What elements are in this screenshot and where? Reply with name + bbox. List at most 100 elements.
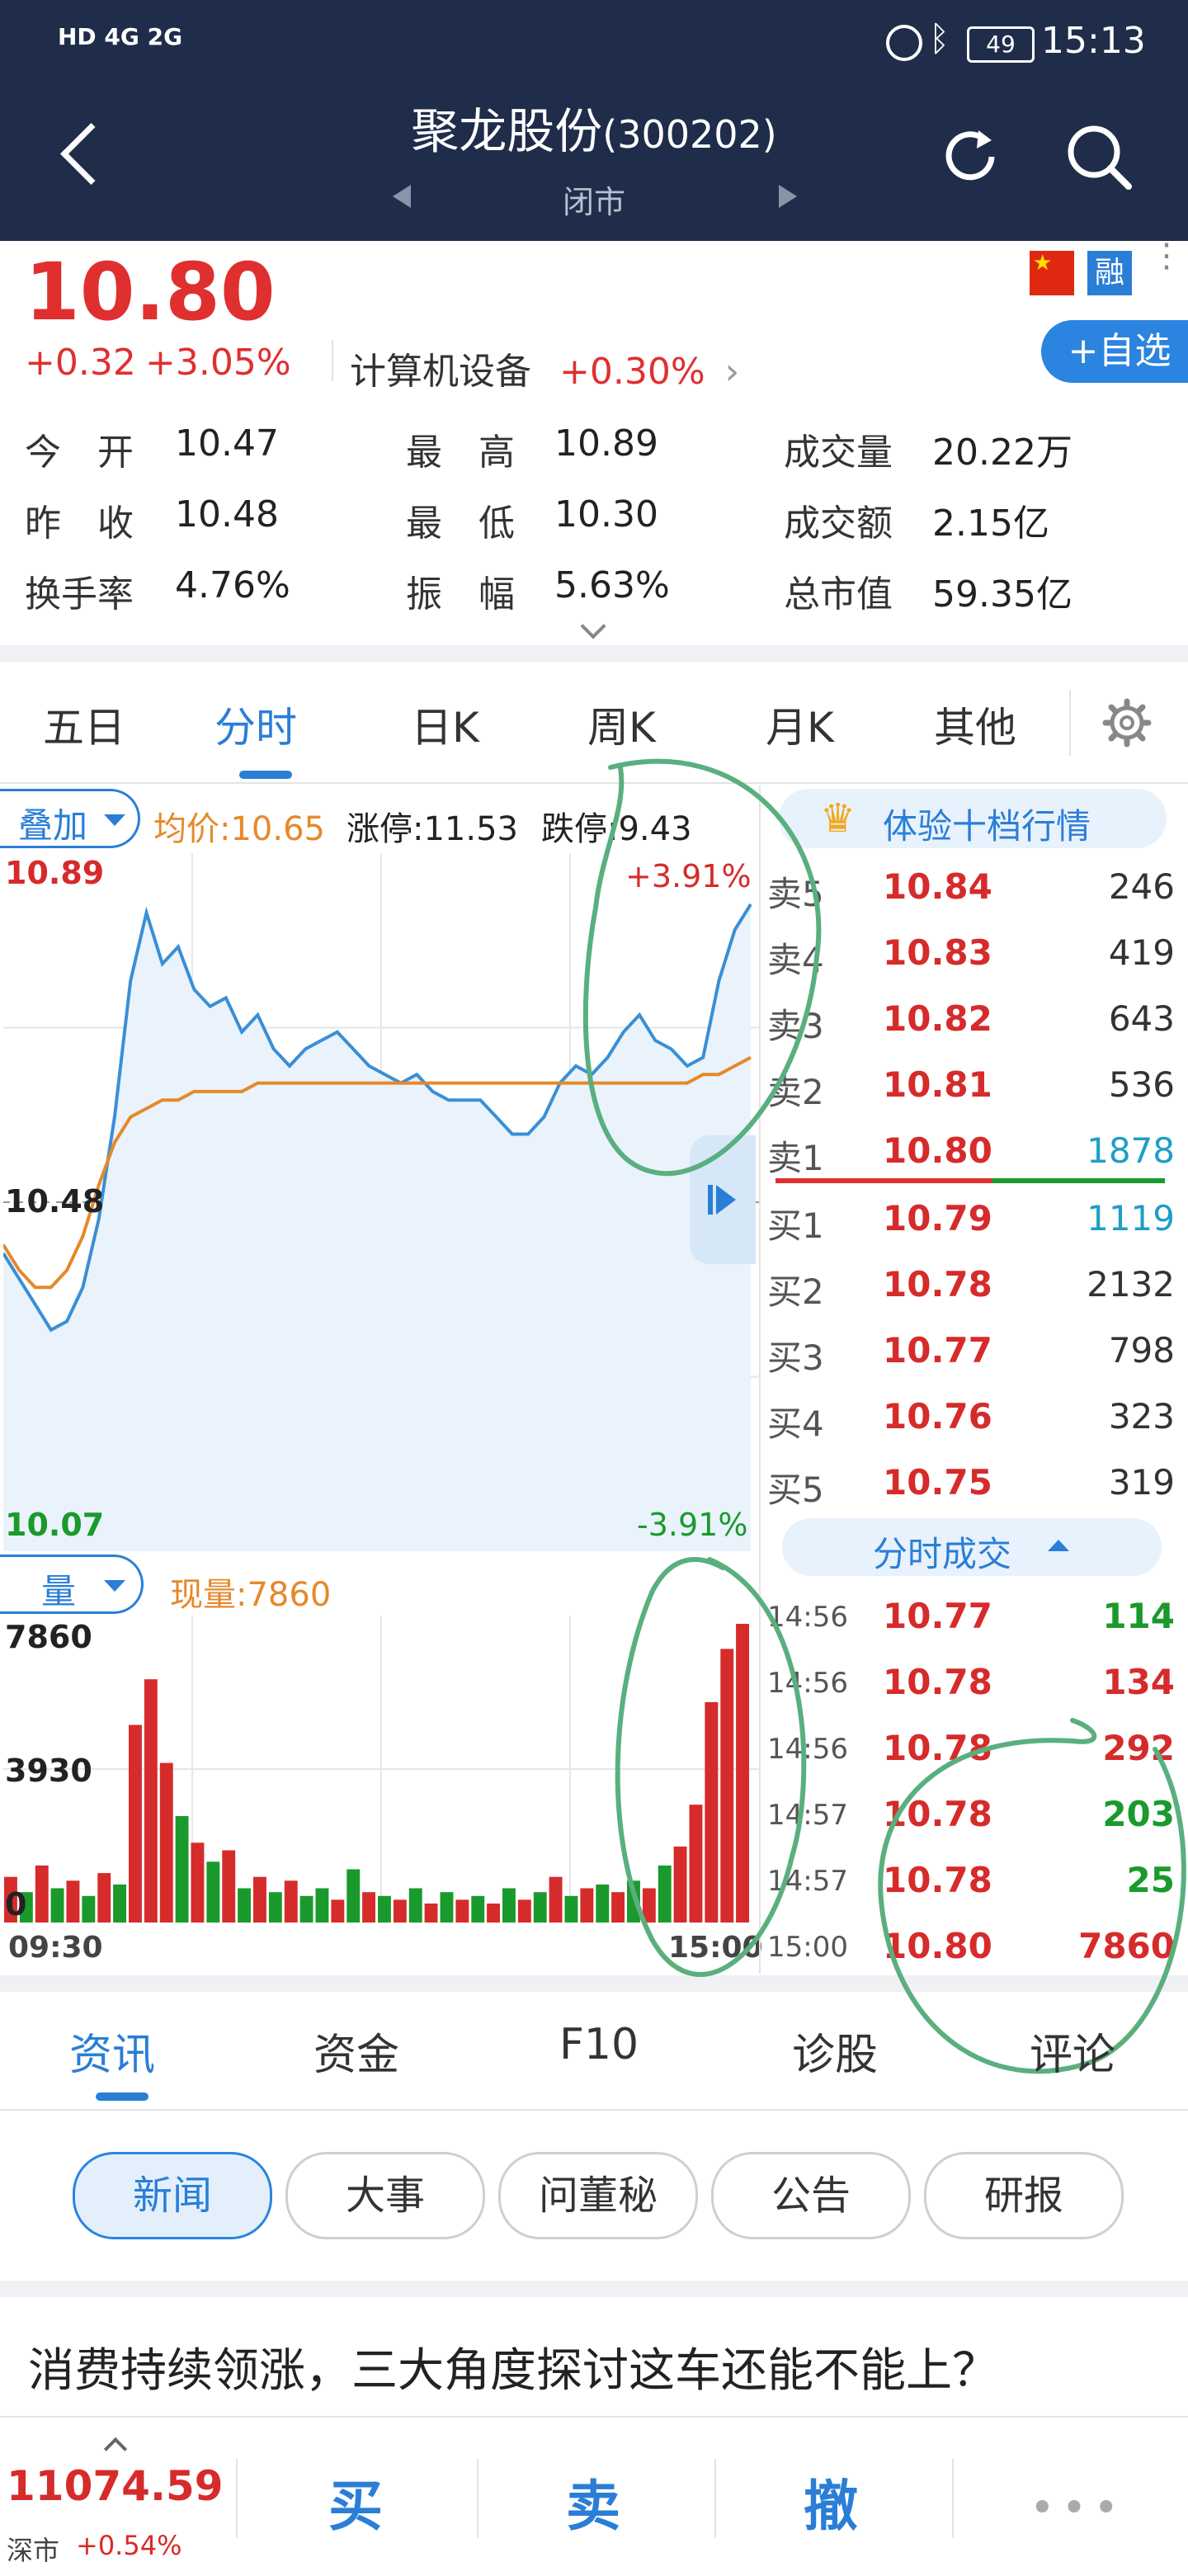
y-mid-label: 10.48 [5, 1183, 105, 1220]
volume-bar [82, 1895, 96, 1923]
tab-weekly-k[interactable]: 周K [587, 695, 656, 754]
stat-value: 10.89 [554, 422, 658, 465]
volume-bar [159, 1762, 173, 1923]
info-tab-f10[interactable]: F10 [559, 2020, 639, 2069]
volume-chart[interactable] [3, 1616, 759, 1923]
volume-bar [346, 1869, 361, 1923]
refresh-icon[interactable] [937, 124, 1003, 190]
bid-label: 买2 [767, 1271, 824, 1312]
bid-label: 买4 [767, 1404, 824, 1444]
add-watchlist-button[interactable]: +自选 [1041, 320, 1188, 383]
info-tab-diagnose[interactable]: 诊股 [792, 2020, 878, 2082]
market-status: 闭市 [562, 184, 625, 220]
info-tab-comments[interactable]: 评论 [1030, 2020, 1115, 2082]
bid-volume: 798 [1108, 1330, 1175, 1371]
ask-price: 10.81 [883, 1064, 992, 1105]
stat-label: 总市值 [784, 573, 893, 616]
tab-other[interactable]: 其他 [934, 695, 1016, 754]
more-vert-icon[interactable]: ⋮ [1150, 239, 1183, 272]
next-stock-icon[interactable] [779, 185, 797, 208]
trade-time: 14:57 [767, 1865, 848, 1898]
pill-ask-board[interactable]: 问董秘 [498, 2152, 698, 2239]
ask-label: 卖3 [767, 1006, 824, 1046]
more-horiz-icon[interactable]: ••• [1030, 2484, 1125, 2533]
bid-price: 10.78 [883, 1264, 992, 1305]
volume-bar [424, 1904, 438, 1923]
volume-bar [642, 1888, 656, 1923]
tab-daily-k[interactable]: 日K [411, 695, 479, 754]
volume-dropdown[interactable]: 量 [0, 1555, 144, 1614]
volume-bar [113, 1884, 126, 1923]
volume-bar [253, 1876, 266, 1923]
news-headline[interactable]: 消费持续领涨，三大角度探讨这车还能不能上？ [28, 2333, 998, 2400]
buy-button[interactable]: 买 [328, 2462, 383, 2541]
signal-icons: HD 4G 2G [58, 23, 183, 50]
overlay-dropdown[interactable]: 叠加 [0, 789, 140, 848]
bid-volume: 2132 [1087, 1264, 1175, 1305]
volume-bar [378, 1895, 391, 1923]
search-icon[interactable] [1064, 122, 1134, 191]
trade-price: 10.78 [883, 1662, 992, 1702]
cancel-order-button[interactable]: 撤 [804, 2462, 858, 2541]
caret-down-icon [104, 814, 125, 826]
intraday-price-chart[interactable] [3, 853, 759, 1551]
trade-price: 10.77 [883, 1596, 992, 1636]
y-max-label: 10.89 [5, 855, 105, 891]
vol-min-label: 0 [5, 1886, 27, 1923]
volume-bar [206, 1861, 220, 1923]
tab-monthly-k[interactable]: 月K [766, 695, 834, 754]
ask-label: 卖5 [767, 874, 824, 914]
bid-price: 10.77 [883, 1330, 992, 1371]
stat-label: 最 高 [406, 432, 515, 474]
x-start-label: 09:30 [8, 1931, 103, 1965]
stat-value: 2.15亿 [932, 502, 1049, 545]
ask-price: 10.82 [883, 998, 992, 1039]
volume-bar [720, 1649, 734, 1923]
trade-volume: 134 [1102, 1662, 1175, 1702]
last-price: 10.80 [25, 246, 276, 338]
stock-code: (300202) [602, 112, 777, 157]
pill-research[interactable]: 研报 [924, 2152, 1124, 2239]
bid-price: 10.79 [883, 1198, 992, 1238]
volume-bar [705, 1701, 719, 1923]
collapse-panel-handle[interactable] [690, 1135, 756, 1264]
stat-value: 10.48 [175, 493, 279, 535]
sell-button[interactable]: 卖 [566, 2462, 620, 2541]
bid-price: 10.76 [883, 1396, 992, 1437]
info-tabs-divider [0, 2109, 1188, 2111]
divider [714, 2459, 716, 2538]
ask-price: 10.84 [883, 866, 992, 907]
stat-value: 10.47 [175, 422, 279, 465]
info-tab-news[interactable]: 资讯 [69, 2020, 155, 2082]
volume-bar [315, 1888, 329, 1923]
info-tab-funds[interactable]: 资金 [314, 2020, 399, 2082]
divider [952, 2459, 954, 2538]
trade-volume: 25 [1126, 1860, 1175, 1900]
tab-intraday[interactable]: 分时 [214, 695, 297, 754]
expand-stats-icon[interactable] [580, 613, 606, 639]
vol-max-label: 7860 [5, 1619, 92, 1655]
tab-five-day[interactable]: 五日 [43, 695, 125, 754]
bid-price: 10.75 [883, 1462, 992, 1503]
index-value[interactable]: 11074.59 [7, 2462, 224, 2510]
margin-badge: 融 [1087, 251, 1132, 295]
trade-time: 14:57 [767, 1799, 848, 1832]
volume-bar [393, 1899, 407, 1923]
volume-bar [471, 1895, 485, 1923]
sector-link[interactable]: 计算机设备 +0.30% › [350, 342, 739, 394]
settings-gear-icon[interactable] [1102, 698, 1152, 748]
volume-bar [689, 1805, 703, 1923]
volume-bar [549, 1876, 563, 1923]
stat-label: 今 开 [25, 432, 134, 474]
stat-value: 5.63% [554, 564, 670, 606]
level10-button[interactable]: ♛ 体验十档行情 [779, 789, 1167, 848]
ask-volume: 643 [1108, 998, 1175, 1039]
index-name: 深市 [7, 2535, 60, 2566]
volume-bar [596, 1884, 610, 1923]
pill-news[interactable]: 新闻 [73, 2152, 272, 2239]
pill-announcements[interactable]: 公告 [711, 2152, 911, 2239]
trades-toggle[interactable]: 分时成交 [782, 1518, 1162, 1576]
pill-events[interactable]: 大事 [285, 2152, 485, 2239]
volume-bar [533, 1892, 547, 1923]
bid-label: 买3 [767, 1338, 824, 1378]
